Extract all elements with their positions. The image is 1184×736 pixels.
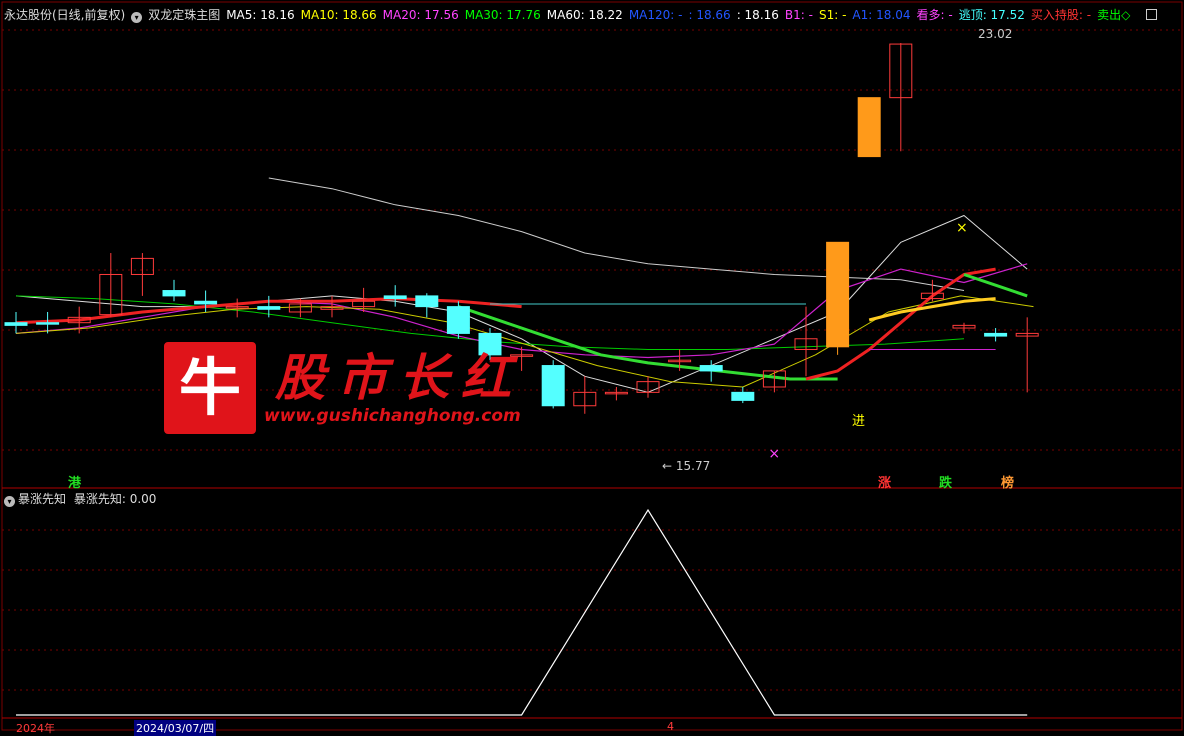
header-item-13: 买入持股: - [1030,8,1092,22]
indicator-name[interactable]: 双龙定珠主图 [148,8,220,22]
price-annotation-1: ← 15.77 [662,459,710,473]
sub-chart [16,508,1028,716]
header-item-10: A1: 18.04 [852,8,911,22]
candle-body-6 [194,300,218,305]
sub-indicator-name[interactable]: 暴涨先知 [18,492,66,506]
candle-body-23 [731,391,755,401]
header-item-3: MA30: 17.76 [464,8,541,22]
tag-die: 跌 [939,476,953,491]
date-label: 2024/03/07/四 [134,720,217,736]
candle-body-22 [699,365,723,372]
watermark-title: 股市长红 [275,348,523,407]
tag-bang: 榜 [1001,476,1015,491]
tag-gang: 港 [68,476,82,491]
cross-marker-2: × [768,446,780,462]
indicator-values: MA5: 18.16 MA10: 18.66 MA20: 17.56 MA30: 17… [226,8,1136,22]
candle-body-1 [36,322,60,325]
year-label: 2024年 [16,722,55,735]
candle-body-31 [984,332,1008,337]
sub-chart-header: ▾ 暴涨先知 暴涨先知: 0.00 [4,490,156,507]
candle-body-5 [162,290,186,297]
watermark-logo: 牛 [164,342,256,434]
green-trend-line-2 [963,273,1028,298]
ma60-line [268,177,965,291]
stock-title: 永达股份(日线,前复权) [4,8,126,22]
candle-body-8 [257,306,281,310]
dropdown-icon[interactable]: ▾ [4,496,15,507]
time-axis: 2024年 2024/03/07/四 4 [0,719,1184,736]
window-toggle-icon[interactable] [1146,9,1158,20]
header-item-2: MA20: 17.56 [382,8,459,22]
sub-indicator-line [16,508,1028,716]
candle-body-14 [446,306,470,334]
header-item-0: MA5: 18.16 [226,8,295,22]
candle-body-27 [857,97,881,158]
main-chart-header: 永达股份(日线,前复权) ▾ 双龙定珠主图 MA5: 18.16 MA10: 18.66… [4,6,1163,23]
header-item-12: 逃顶: 17.52 [958,8,1025,22]
header-item-8: B1: - [784,8,813,22]
tag-jin: 进 [852,414,866,429]
candle-body-26 [826,241,850,348]
candle-body-13 [415,295,439,308]
header-item-5: MA120: - [628,8,683,22]
candle-body-12 [383,295,407,300]
candle-body-0 [4,322,28,326]
axis-marker: 4 [667,720,674,733]
header-item-7: : 18.16 [736,8,779,22]
header-item-9: S1: - [818,8,847,22]
price-annotation-0: 23.02 [978,27,1012,41]
header-item-11: 看多: - [916,8,953,22]
watermark-url: www.gushichanghong.com [264,406,521,426]
dropdown-icon[interactable]: ▾ [131,12,143,23]
header-item-14: 卖出◇ [1097,8,1131,22]
header-item-4: MA60: 18.22 [546,8,623,22]
watermark: 牛 股市长红 www.gushichanghong.com [160,338,560,438]
tag-zhang: 涨 [878,476,892,491]
header-item-6: : 18.66 [688,8,731,22]
header-item-1: MA10: 18.66 [300,8,377,22]
sub-indicator-value: 暴涨先知: 0.00 [73,492,157,506]
cross-marker: × [956,220,968,236]
